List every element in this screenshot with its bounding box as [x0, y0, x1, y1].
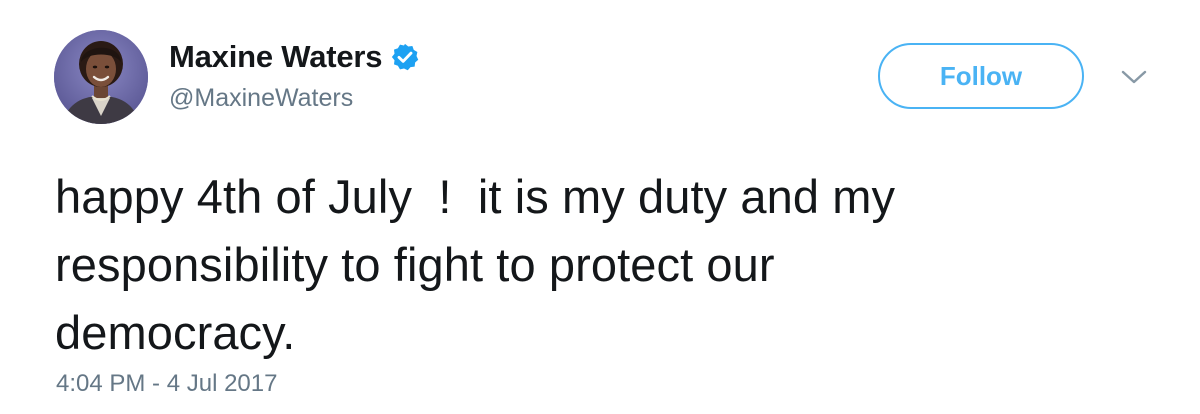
display-name[interactable]: Maxine Waters [169, 39, 383, 75]
tweet-card: Maxine Waters @MaxineWaters Follow happy… [0, 0, 1200, 414]
avatar[interactable] [54, 30, 148, 124]
follow-button[interactable]: Follow [878, 43, 1084, 109]
profile-photo [54, 30, 148, 124]
chevron-down-icon[interactable] [1116, 62, 1152, 92]
author-name-row: Maxine Waters [169, 38, 420, 76]
author-handle[interactable]: @MaxineWaters [169, 84, 353, 113]
verified-badge-icon [390, 42, 420, 72]
tweet-text: happy 4th of July ! it is my duty and my… [55, 170, 896, 359]
tweet-timestamp[interactable]: 4:04 PM - 4 Jul 2017 [56, 370, 277, 398]
